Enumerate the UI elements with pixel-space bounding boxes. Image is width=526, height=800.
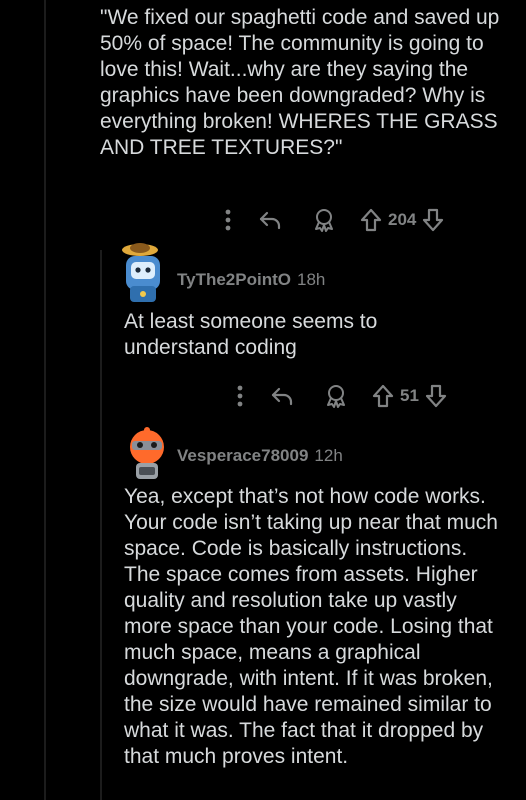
award-icon	[327, 385, 345, 408]
username[interactable]: TyThe2PointO	[177, 270, 291, 290]
more-options-icon	[225, 209, 231, 231]
vote-count: 204	[388, 210, 417, 229]
reply-icon	[259, 211, 281, 230]
more-options-button[interactable]	[228, 381, 252, 411]
avatar[interactable]	[120, 236, 166, 302]
comment-actions: 51	[228, 381, 447, 411]
award-button[interactable]	[300, 205, 348, 235]
avatar[interactable]	[124, 425, 170, 481]
downvote-arrow-icon[interactable]	[422, 208, 444, 232]
upvote-arrow-icon[interactable]	[360, 208, 382, 232]
reply-button[interactable]	[252, 381, 312, 411]
comment-body: At least someone seems to understand cod…	[124, 310, 384, 359]
vote-group: 51	[372, 381, 447, 411]
award-button[interactable]	[312, 381, 360, 411]
more-options-icon	[237, 385, 243, 407]
robot-avatar-icon	[122, 243, 160, 302]
award-icon	[315, 209, 333, 232]
comment-body: Yea, except that’s not how code works. Y…	[124, 485, 504, 768]
snoo-avatar-icon	[130, 427, 164, 479]
vote-count: 51	[400, 386, 419, 405]
thread-line-outer[interactable]	[44, 0, 46, 800]
thread-line-inner[interactable]	[100, 250, 102, 800]
more-options-button[interactable]	[216, 205, 240, 235]
comment-actions: 204	[216, 205, 444, 235]
upvote-arrow-icon[interactable]	[372, 384, 394, 408]
reply-button[interactable]	[240, 205, 300, 235]
timestamp: 18h	[296, 270, 326, 289]
comment-author-row: Vesperace78009 12h	[177, 446, 343, 466]
comment-author-row: TyThe2PointO 18h	[177, 270, 325, 290]
vote-group: 204	[360, 205, 444, 235]
username[interactable]: Vesperace78009	[177, 446, 308, 466]
downvote-arrow-icon[interactable]	[425, 384, 447, 408]
comment-body: "We fixed our spaghetti code and saved u…	[100, 6, 506, 159]
timestamp: 12h	[314, 446, 343, 465]
reply-icon	[271, 387, 293, 406]
